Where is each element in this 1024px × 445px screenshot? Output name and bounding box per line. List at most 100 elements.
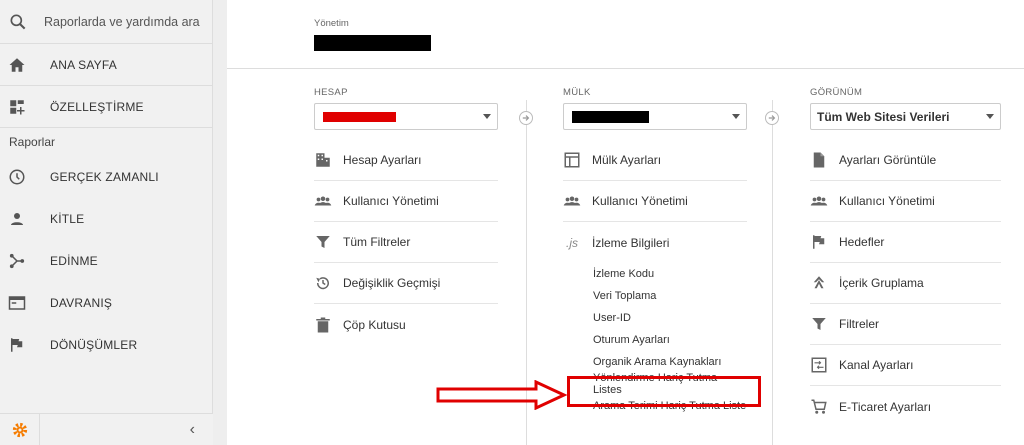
account-selector[interactable]	[314, 103, 498, 130]
sidebar-item-conversions[interactable]: DÖNÜŞÜMLER	[0, 324, 212, 366]
redacted-account-name	[314, 35, 431, 51]
sidebar-item-home[interactable]: ANA SAYFA	[0, 44, 212, 86]
account-user-management-item[interactable]: Kullanıcı Yönetimi	[314, 181, 498, 222]
sidebar-item-behavior[interactable]: DAVRANIŞ	[0, 282, 212, 324]
filters-item[interactable]: Filtreler	[810, 304, 1001, 345]
sidebar-item-realtime[interactable]: GERÇEK ZAMANLI	[0, 156, 212, 198]
channel-settings-item[interactable]: Kanal Ayarları	[810, 345, 1001, 386]
menu-item-label: İçerik Gruplama	[839, 276, 924, 290]
property-settings-item[interactable]: Mülk Ayarları	[563, 140, 747, 181]
building-icon	[316, 153, 330, 167]
chevron-down-icon	[483, 114, 491, 119]
account-heading: HESAP	[314, 87, 348, 98]
sidebar-item-label: ÖZELLEŞTİRME	[50, 99, 144, 114]
flag-icon	[11, 338, 23, 352]
goals-item[interactable]: Hedefler	[810, 222, 1001, 263]
behavior-icon	[8, 296, 26, 310]
all-filters-item[interactable]: Tüm Filtreler	[314, 222, 498, 263]
sidebar-item-customization[interactable]: ÖZELLEŞTİRME	[0, 86, 212, 128]
property-to-view-connector	[765, 111, 779, 125]
sidebar: Raporlarda ve yardımda ara ANA SAYFA ÖZE…	[0, 0, 213, 445]
sidebar-footer: ‹	[0, 413, 213, 445]
trash-can-item[interactable]: Çöp Kutusu	[314, 304, 498, 345]
chevron-down-icon	[732, 114, 740, 119]
sidebar-item-label: EDİNME	[50, 254, 98, 268]
redacted-property-value	[572, 110, 649, 123]
menu-item-label: Kullanıcı Yönetimi	[839, 194, 935, 208]
menu-item-label: Kullanıcı Yönetimi	[592, 194, 688, 208]
menu-item-label: Çöp Kutusu	[343, 317, 406, 332]
view-settings-item[interactable]: Ayarları Görüntüle	[810, 140, 1001, 181]
menu-item-label: Filtreler	[839, 317, 880, 331]
channel-icon	[811, 357, 827, 373]
sidebar-item-label: DÖNÜŞÜMLER	[50, 338, 138, 352]
js-icon: .js	[566, 235, 578, 250]
chevron-down-icon	[986, 114, 994, 119]
content-grouping-icon	[813, 276, 825, 289]
users-icon	[810, 196, 828, 206]
menu-item-label: Değişiklik Geçmişi	[343, 276, 441, 290]
history-icon	[316, 277, 329, 290]
view-user-management-item[interactable]: Kullanıcı Yönetimi	[810, 181, 1001, 222]
sidebar-item-audience[interactable]: KİTLE	[0, 198, 212, 240]
tracking-info-item[interactable]: .js İzleme Bilgileri	[563, 222, 747, 263]
column-divider	[772, 100, 773, 445]
collapse-sidebar-button[interactable]: ‹	[190, 421, 195, 439]
content-grouping-item[interactable]: İçerik Gruplama	[810, 263, 1001, 304]
account-column: HESAP Hesap Ayarları Kullanıcı Yönetimi …	[314, 69, 498, 345]
menu-item-label: Kullanıcı Yönetimi	[343, 194, 439, 208]
data-collection-link[interactable]: Veri Toplama	[563, 285, 747, 307]
session-settings-link[interactable]: Oturum Ayarları	[563, 329, 747, 351]
highlight-box	[567, 376, 761, 407]
filter-icon	[316, 236, 330, 248]
admin-header: Yönetim	[227, 0, 1024, 69]
menu-item-label: İzleme Bilgileri	[592, 235, 670, 250]
account-settings-item[interactable]: Hesap Ayarları	[314, 140, 498, 181]
customization-icon	[10, 99, 25, 114]
annotation-arrow	[436, 380, 568, 410]
property-column: MÜLK Mülk Ayarları Kullanıcı Yönetimi .j…	[563, 69, 747, 417]
admin-panel: Yönetim HESAP Hesap Ayarları Kullanıcı Y…	[227, 0, 1024, 445]
window-icon	[564, 152, 580, 168]
property-selector[interactable]	[563, 103, 747, 130]
flag-icon	[813, 235, 825, 249]
view-heading: GÖRÜNÜM	[810, 87, 863, 98]
menu-item-label: Hedefler	[839, 235, 885, 249]
menu-item-label: E-Ticaret Ayarları	[839, 399, 932, 414]
sidebar-item-label: DAVRANIŞ	[50, 296, 113, 310]
sidebar-item-label: GERÇEK ZAMANLI	[50, 170, 159, 184]
menu-item-label: Kanal Ayarları	[839, 358, 914, 372]
menu-item-label: Ayarları Görüntüle	[839, 153, 937, 167]
search-input[interactable]: Raporlarda ve yardımda ara	[44, 15, 200, 29]
account-to-property-connector	[519, 111, 533, 125]
menu-item-label: Tüm Filtreler	[343, 235, 411, 249]
user-id-link[interactable]: User-ID	[563, 307, 747, 329]
search-icon	[10, 14, 26, 29]
clock-icon	[9, 169, 25, 185]
ecommerce-settings-item[interactable]: E-Ticaret Ayarları	[810, 386, 1001, 427]
organic-search-sources-link[interactable]: Organik Arama Kaynakları	[563, 351, 747, 373]
change-history-item[interactable]: Değişiklik Geçmişi	[314, 263, 498, 304]
users-icon	[314, 196, 332, 206]
redacted-account-value	[323, 111, 396, 122]
cart-icon	[811, 399, 827, 414]
admin-label: Yönetim	[314, 18, 349, 29]
trash-icon	[316, 317, 330, 332]
arrow-right-icon	[522, 115, 530, 121]
tracking-code-link[interactable]: İzleme Kodu	[563, 263, 747, 285]
arrow-right-icon	[768, 115, 776, 121]
acquisition-icon	[9, 253, 25, 269]
home-icon	[9, 57, 25, 72]
view-column: GÖRÜNÜM Tüm Web Sitesi Verileri Ayarları…	[810, 69, 1001, 427]
menu-item-label: Mülk Ayarları	[592, 153, 662, 167]
view-selector[interactable]: Tüm Web Sitesi Verileri	[810, 103, 1001, 130]
gear-icon	[12, 422, 27, 437]
filter-icon	[812, 318, 826, 330]
search-bar[interactable]: Raporlarda ve yardımda ara	[0, 0, 212, 44]
property-user-management-item[interactable]: Kullanıcı Yönetimi	[563, 181, 747, 222]
view-selected-value: Tüm Web Sitesi Verileri	[817, 109, 950, 124]
admin-button[interactable]	[0, 413, 40, 445]
menu-item-label: Hesap Ayarları	[343, 153, 422, 167]
sidebar-item-acquisition[interactable]: EDİNME	[0, 240, 212, 282]
document-icon	[813, 152, 825, 168]
